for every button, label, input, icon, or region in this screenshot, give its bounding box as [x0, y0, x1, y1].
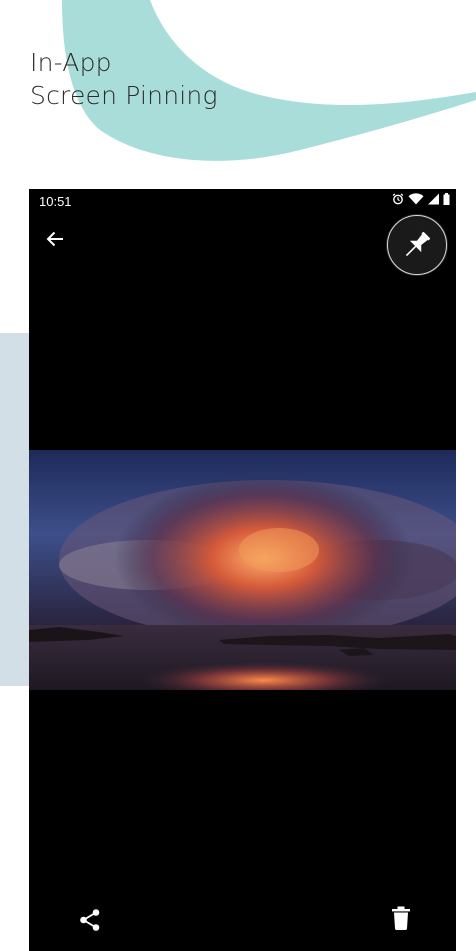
back-button[interactable]: [43, 227, 67, 251]
signal-icon: [428, 193, 439, 205]
share-button[interactable]: [77, 907, 103, 933]
arrow-left-icon: [46, 231, 63, 247]
pushpin-icon: [405, 231, 431, 257]
storm-photo-image: [29, 450, 456, 690]
bottom-action-bar: [29, 891, 456, 951]
share-icon: [80, 909, 100, 931]
status-bar: 10:51: [29, 189, 456, 213]
battery-icon: [443, 193, 450, 205]
delete-button[interactable]: [389, 905, 413, 931]
headline: In-App Screen Pinning: [30, 46, 218, 112]
headline-line-1: In-App: [30, 48, 112, 77]
photo[interactable]: [29, 450, 456, 690]
status-icons: [392, 193, 450, 205]
alarm-icon: [392, 193, 404, 205]
headline-line-2: Screen Pinning: [30, 81, 218, 110]
trash-icon: [392, 906, 410, 930]
wifi-icon: [408, 193, 424, 205]
status-time: 10:51: [39, 194, 72, 209]
pin-button[interactable]: [387, 215, 447, 275]
phone-screen: 10:51: [29, 189, 456, 951]
